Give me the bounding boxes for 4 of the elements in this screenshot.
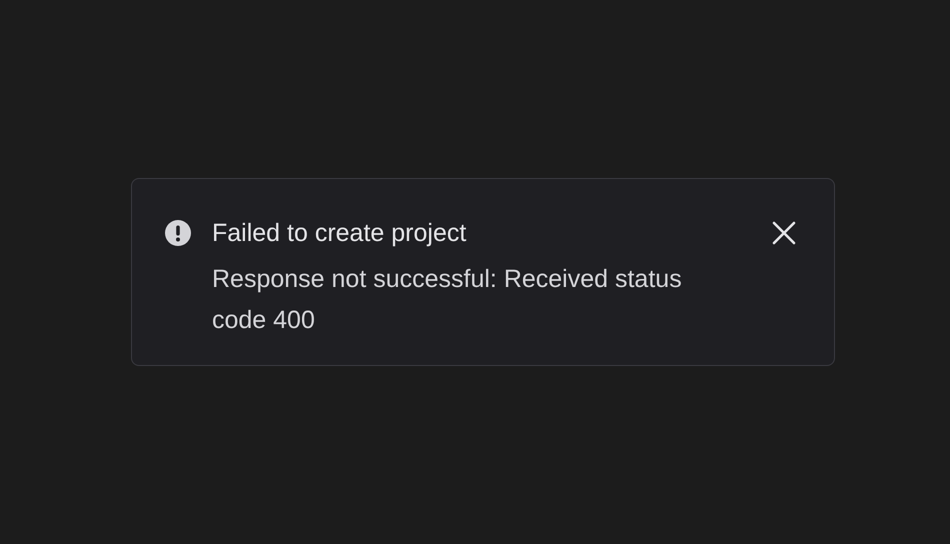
close-icon [771, 220, 797, 246]
toast-message: Response not successful: Received status code 400 [212, 264, 683, 336]
toast-title: Failed to create project [212, 218, 468, 249]
alert-icon [164, 219, 192, 247]
